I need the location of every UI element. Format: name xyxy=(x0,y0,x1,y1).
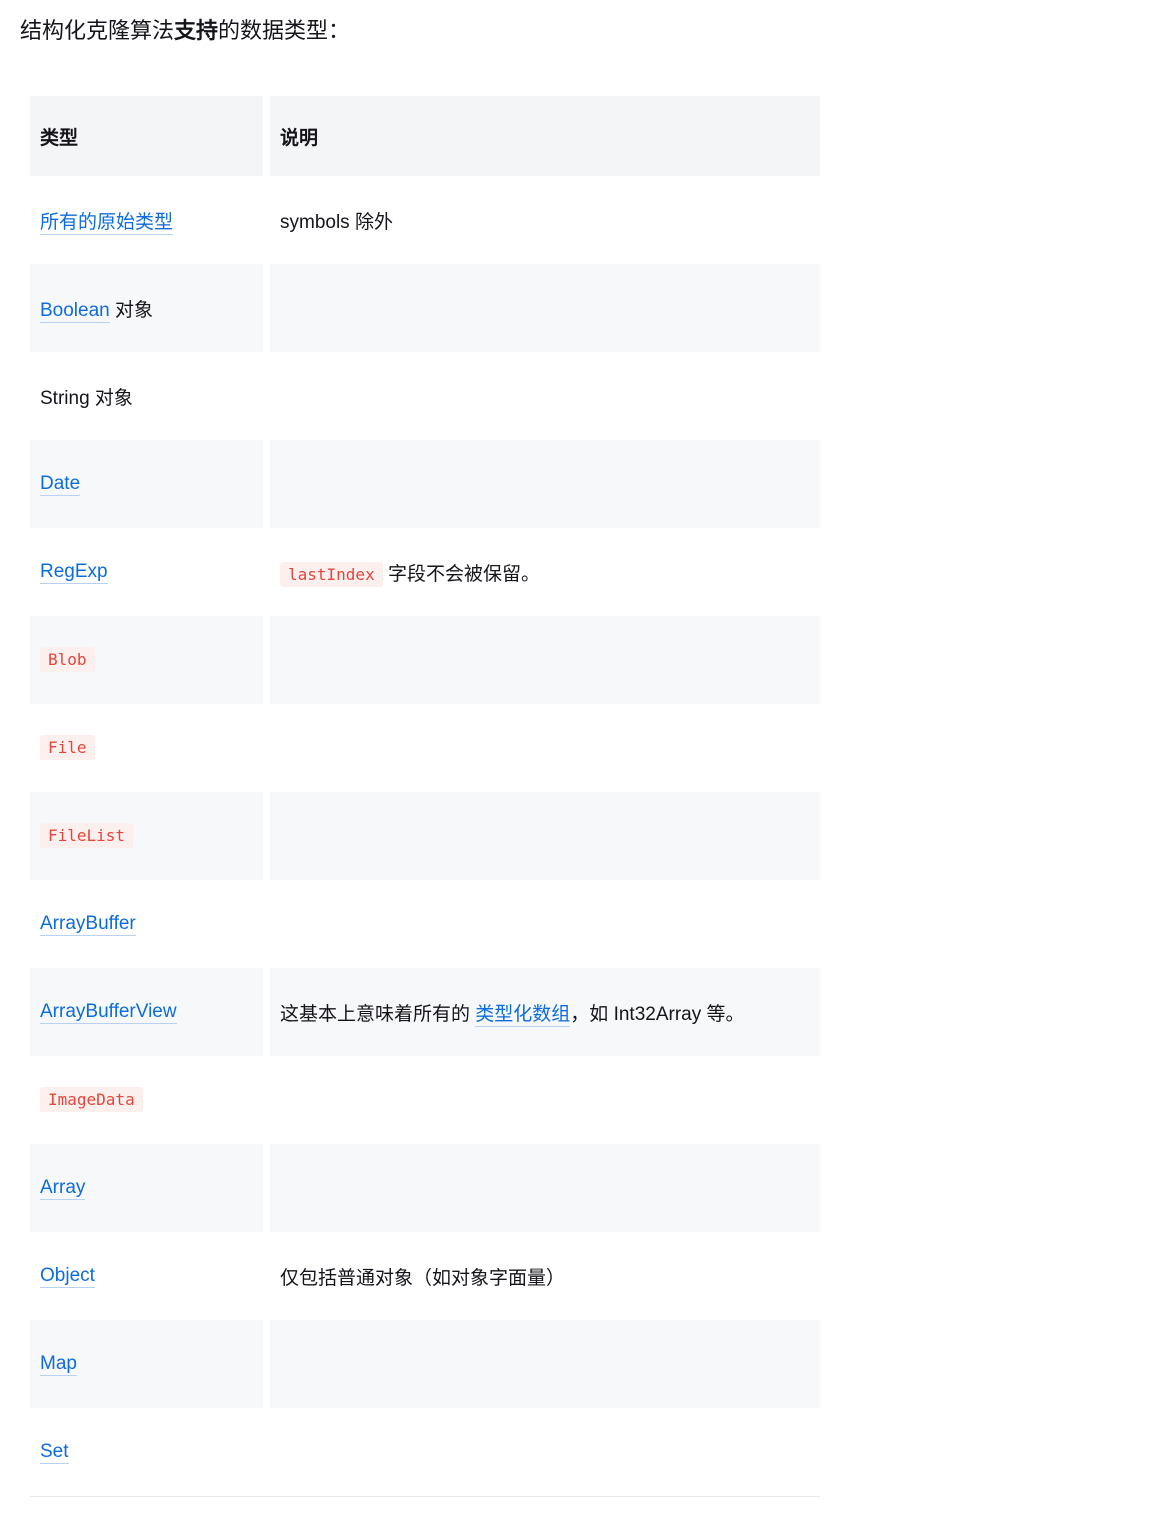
type-cell: Date xyxy=(30,440,270,528)
table-row: Blob xyxy=(30,616,820,704)
cell-text: 这基本上意味着所有的 xyxy=(280,1004,475,1025)
table-row: ImageData xyxy=(30,1056,820,1144)
description-cell xyxy=(270,1320,820,1408)
article-content: 结构化克隆算法支持的数据类型： 类型 说明 所有的原始类型 symbols 除外 B… xyxy=(0,0,1164,1497)
code-link[interactable]: File xyxy=(40,737,95,759)
table-row: File xyxy=(30,704,820,792)
description-cell: symbols 除外 xyxy=(270,176,820,264)
table-row: Boolean 对象 xyxy=(30,264,820,352)
table-row: Date xyxy=(30,440,820,528)
type-cell: File xyxy=(30,704,270,792)
inline-code: lastIndex xyxy=(280,562,383,587)
code-link[interactable]: ImageData xyxy=(40,1089,143,1111)
title-text: 结构化克隆算法 xyxy=(20,18,174,43)
table-row: FileList xyxy=(30,792,820,880)
doc-link[interactable]: ArrayBufferView xyxy=(40,1001,177,1024)
column-header-description: 说明 xyxy=(270,96,820,176)
doc-link[interactable]: 类型化数组 xyxy=(475,1004,570,1027)
description-cell xyxy=(270,440,820,528)
table-row: ArrayBufferView 这基本上意味着所有的 类型化数组，如 Int32A… xyxy=(30,968,820,1056)
title-bold-text: 支持 xyxy=(174,18,218,43)
doc-link[interactable]: Array xyxy=(40,1177,85,1200)
table-row: RegExp lastIndex 字段不会被保留。 xyxy=(30,528,820,616)
table-row: Array xyxy=(30,1144,820,1232)
table-row: Map xyxy=(30,1320,820,1408)
description-cell: 这基本上意味着所有的 类型化数组，如 Int32Array 等。 xyxy=(270,968,820,1056)
description-cell xyxy=(270,1056,820,1144)
description-cell: lastIndex 字段不会被保留。 xyxy=(270,528,820,616)
type-cell: ArrayBufferView xyxy=(30,968,270,1056)
description-cell xyxy=(270,880,820,968)
description-cell xyxy=(270,264,820,352)
description-cell xyxy=(270,1144,820,1232)
title-text: 的数据类型： xyxy=(218,18,350,43)
cell-text: symbols 除外 xyxy=(280,212,393,233)
description-cell xyxy=(270,1408,820,1496)
inline-code: FileList xyxy=(40,823,133,848)
description-cell xyxy=(270,352,820,440)
type-cell: ImageData xyxy=(30,1056,270,1144)
doc-link[interactable]: 所有的原始类型 xyxy=(40,212,173,235)
code-link[interactable]: FileList xyxy=(40,825,133,847)
doc-link[interactable]: Map xyxy=(40,1353,77,1376)
doc-link[interactable]: RegExp xyxy=(40,561,108,584)
inline-code: Blob xyxy=(40,647,95,672)
type-cell: Set xyxy=(30,1408,270,1496)
doc-link[interactable]: ArrayBuffer xyxy=(40,913,136,936)
table-body: 所有的原始类型 symbols 除外 Boolean 对象 String 对象 Date… xyxy=(30,176,820,1496)
table-row: Set xyxy=(30,1408,820,1496)
doc-link[interactable]: Object xyxy=(40,1265,95,1288)
page-title: 结构化克隆算法支持的数据类型： xyxy=(20,16,1164,46)
type-cell: Object xyxy=(30,1232,270,1320)
type-cell: Blob xyxy=(30,616,270,704)
type-cell: 所有的原始类型 xyxy=(30,176,270,264)
cell-text: 仅包括普通对象（如对象字面量） xyxy=(280,1268,565,1289)
table-header-row: 类型 说明 xyxy=(30,96,820,176)
description-cell xyxy=(270,616,820,704)
type-cell: RegExp xyxy=(30,528,270,616)
type-cell: FileList xyxy=(30,792,270,880)
cell-text: 对象 xyxy=(110,300,153,321)
table-row: 所有的原始类型 symbols 除外 xyxy=(30,176,820,264)
inline-code: File xyxy=(40,735,95,760)
doc-link[interactable]: Set xyxy=(40,1441,69,1464)
inline-code: ImageData xyxy=(40,1087,143,1112)
cell-text: String 对象 xyxy=(40,388,133,409)
cell-text: 字段不会被保留。 xyxy=(383,564,540,585)
table-row: String 对象 xyxy=(30,352,820,440)
supported-types-table: 类型 说明 所有的原始类型 symbols 除外 Boolean 对象 String … xyxy=(30,96,820,1497)
type-cell: Map xyxy=(30,1320,270,1408)
type-cell: ArrayBuffer xyxy=(30,880,270,968)
table-row: ArrayBuffer xyxy=(30,880,820,968)
doc-link[interactable]: Boolean xyxy=(40,300,110,323)
cell-text: ，如 Int32Array 等。 xyxy=(570,1004,744,1025)
doc-link[interactable]: Date xyxy=(40,473,80,496)
type-cell: String 对象 xyxy=(30,352,270,440)
type-cell: Boolean 对象 xyxy=(30,264,270,352)
table-head: 类型 说明 xyxy=(30,96,820,176)
column-header-type: 类型 xyxy=(30,96,270,176)
description-cell xyxy=(270,704,820,792)
description-cell xyxy=(270,792,820,880)
type-cell: Array xyxy=(30,1144,270,1232)
table-row: Object 仅包括普通对象（如对象字面量） xyxy=(30,1232,820,1320)
description-cell: 仅包括普通对象（如对象字面量） xyxy=(270,1232,820,1320)
code-link[interactable]: Blob xyxy=(40,649,95,671)
